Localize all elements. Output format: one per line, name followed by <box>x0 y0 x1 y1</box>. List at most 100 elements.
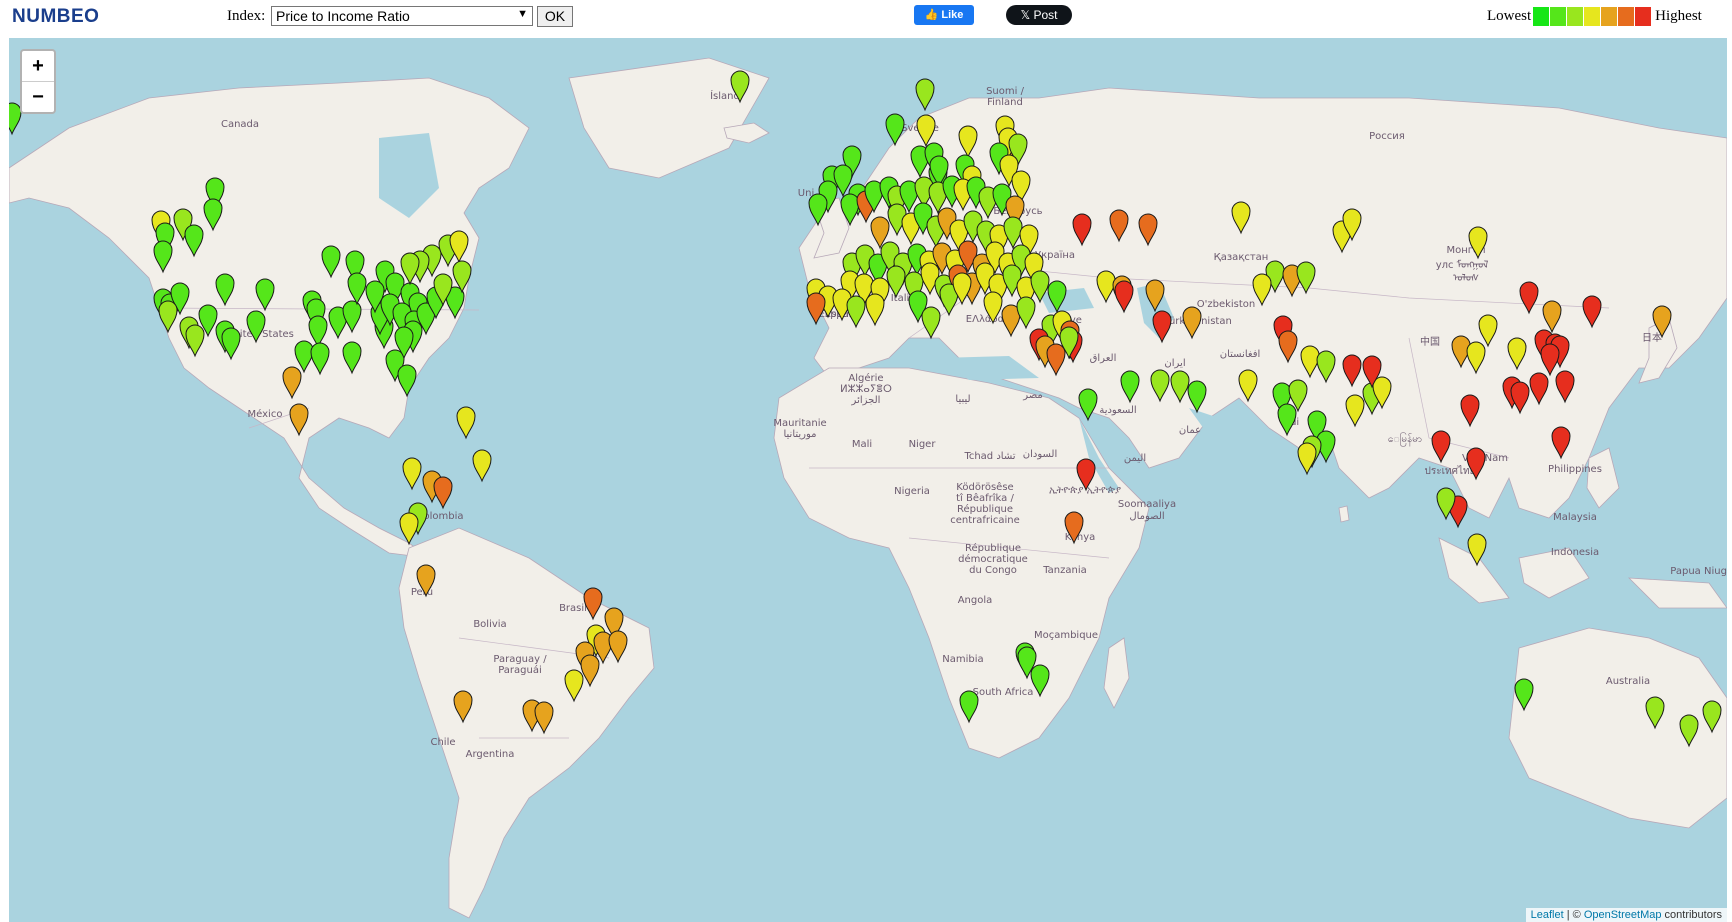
map-label: Tchad تشاد <box>963 451 1015 462</box>
world-map[interactable]: Canada United States México Colombia Perú Bol… <box>9 38 1727 922</box>
map-label: Paraguay / <box>493 654 547 665</box>
map-label: Nigeria <box>894 486 930 497</box>
x-post-button[interactable]: 𝕏 Post <box>1006 5 1072 25</box>
map-label: Finland <box>987 97 1023 108</box>
numbeo-logo[interactable]: NUMBEO <box>12 6 99 28</box>
city-marker[interactable] <box>399 512 419 546</box>
map-label: Algérie <box>848 372 883 384</box>
map-label: Россия <box>1369 131 1405 142</box>
map-label: O'zbekiston <box>1197 299 1256 310</box>
map-label: Namibia <box>942 654 983 665</box>
chevron-down-icon: ▼ <box>517 8 528 20</box>
map-label: Canada <box>221 119 259 130</box>
map-label: Philippines <box>1548 464 1602 475</box>
legend-swatches <box>1533 6 1652 26</box>
index-select[interactable]: Price to Income Ratio ▼ <box>271 6 533 26</box>
color-legend: Lowest Highest <box>1487 6 1702 26</box>
legend-swatch <box>1550 6 1567 26</box>
index-select-value: Price to Income Ratio <box>276 8 410 24</box>
map-tiles: CanadaUnited StatesMéxicoColombiaPerúBol… <box>9 57 1727 919</box>
map-label: Angola <box>958 595 993 606</box>
map-label: Chile <box>430 737 455 748</box>
city-marker[interactable] <box>915 78 935 112</box>
city-marker[interactable] <box>456 406 476 440</box>
map-label: ประเทศไทย <box>1425 465 1476 477</box>
map-label: ⵍⵣⵣⴰⵢⴻⵔ <box>840 384 892 395</box>
post-label: Post <box>1033 8 1058 22</box>
city-marker[interactable] <box>472 449 492 483</box>
legend-swatch <box>1584 6 1601 26</box>
map-label: ايران <box>1164 358 1185 369</box>
map-label: عمان <box>1179 425 1201 436</box>
map-label: South Africa <box>973 687 1034 698</box>
map-label: ေမြန်မာ <box>1388 431 1422 447</box>
legend-swatch <box>1618 6 1635 26</box>
map-label: tî Bêafrîka / <box>956 492 1014 504</box>
attribution-tail: contributors <box>1661 909 1722 921</box>
map-label: Australia <box>1606 676 1650 687</box>
map-label: Malaysia <box>1553 512 1597 523</box>
legend-swatch <box>1601 6 1618 26</box>
map-label: Argentina <box>466 749 515 760</box>
index-label: Index: <box>227 8 266 24</box>
city-marker[interactable] <box>1297 442 1317 476</box>
map-label: centrafricaine <box>950 515 1019 526</box>
map-label: Tanzania <box>1042 565 1087 576</box>
map-label: Ködörösêse <box>956 481 1013 493</box>
x-icon: 𝕏 <box>1020 8 1034 22</box>
legend-high-label: Highest <box>1655 7 1702 24</box>
map-label: Suomi / <box>986 86 1025 97</box>
city-marker[interactable] <box>433 476 453 510</box>
map-attribution: Leaflet | © OpenStreetMap contributors <box>1525 908 1727 922</box>
map-label: Itali <box>891 293 910 304</box>
map-label: مصر <box>1022 390 1043 401</box>
map-label: افغانستان <box>1220 349 1261 360</box>
map-label: 中国 <box>1420 335 1440 348</box>
map-label: Қазақстан <box>1214 252 1269 263</box>
map-label: اليمن <box>1124 453 1146 464</box>
map-label: Mali <box>852 439 872 450</box>
ok-button[interactable]: OK <box>537 6 573 27</box>
attribution-sep: | © <box>1563 909 1584 921</box>
map-label: 日本 <box>1642 331 1662 344</box>
osm-link[interactable]: OpenStreetMap <box>1584 909 1662 921</box>
legend-swatch <box>1533 6 1550 26</box>
map-label: République <box>965 542 1021 554</box>
zoom-in-button[interactable]: + <box>22 51 54 82</box>
city-marker[interactable] <box>1078 388 1098 422</box>
map-label: ᠤᠯᠤᠰ <box>1453 272 1479 284</box>
map-label: Niger <box>909 439 937 450</box>
map-label: México <box>248 408 283 420</box>
map-label: démocratique <box>958 553 1028 565</box>
legend-swatch <box>1635 6 1652 26</box>
map-label: ليبيا <box>955 394 970 405</box>
map-label: Bolivia <box>473 619 506 630</box>
like-label: Like <box>941 9 964 21</box>
map-label: ΕΛλάδα <box>966 313 1005 325</box>
facebook-like-button[interactable]: 👍 Like <box>914 5 974 25</box>
map-label: Mauritanie <box>773 418 826 429</box>
zoom-control: + − <box>20 49 56 114</box>
map-label: République <box>957 503 1013 515</box>
city-marker[interactable] <box>402 457 422 491</box>
map-label: Moçambique <box>1034 630 1098 641</box>
zoom-out-button[interactable]: − <box>22 82 54 112</box>
map-label: Paraguái <box>498 664 542 676</box>
map-label: السودان <box>1023 449 1058 460</box>
map-label: الصومال <box>1129 511 1164 522</box>
map-label: العراق <box>1090 353 1117 364</box>
map-label: السعودية <box>1099 405 1136 416</box>
top-bar: NUMBEO Index: Price to Income Ratio ▼ OK… <box>0 0 1732 36</box>
map-label: Soomaaliya <box>1118 499 1176 510</box>
map-label: Indonesia <box>1551 547 1599 558</box>
map-label: du Congo <box>969 565 1017 576</box>
leaflet-link[interactable]: Leaflet <box>1531 909 1564 921</box>
legend-low-label: Lowest <box>1487 7 1532 24</box>
map-label: موريتانيا <box>783 429 816 440</box>
map-label: Papua Niugi <box>1670 566 1727 577</box>
map-label: الجزائر <box>851 395 881 406</box>
legend-swatch <box>1567 6 1584 26</box>
facebook-icon: 👍 <box>924 9 942 21</box>
map-label: Brasil <box>559 603 587 614</box>
map-label: улс ᠮᠤᠩᠭᠤᠯ <box>1436 259 1489 271</box>
